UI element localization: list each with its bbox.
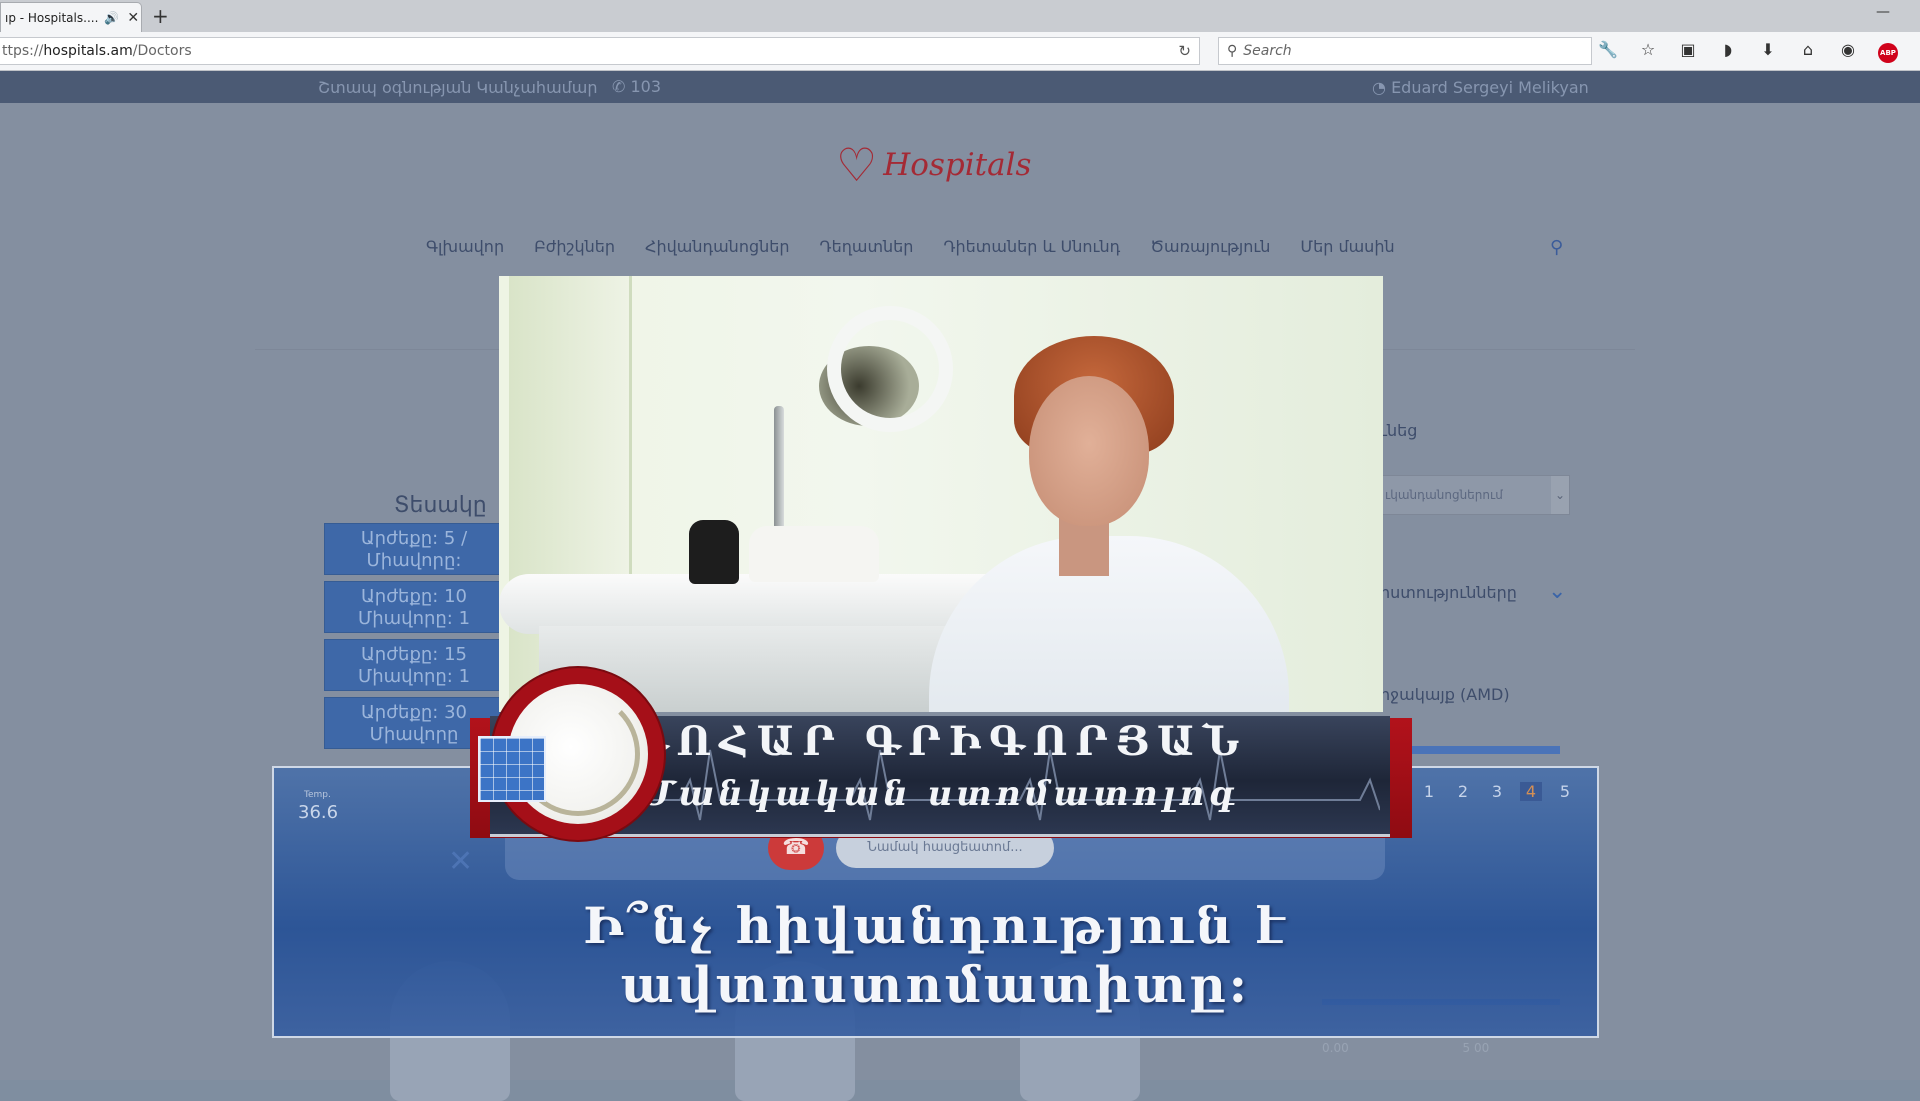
- nav-hospitals[interactable]: Հիվանդանոցներ: [645, 237, 790, 256]
- hospital-select[interactable]: ւկանդանոցներում ⌄: [1380, 475, 1570, 515]
- dental-lamp-frame: [827, 306, 953, 432]
- browser-toolbar: 🔧 ☆ ▣ ◗ ⬇ ⌂ ◉ ABP: [1598, 40, 1898, 63]
- page-3[interactable]: 3: [1486, 782, 1508, 801]
- emergency-label: Շտապ օգնության Կանչահամար: [318, 78, 598, 97]
- filter-button-line2: Միավորը:: [366, 550, 462, 571]
- nav-about[interactable]: Մեր մասին: [1300, 237, 1394, 256]
- right-panel-heading: ւնեց: [1380, 421, 1418, 440]
- user-icon: ◔: [1372, 78, 1386, 97]
- temp-label: Temp.: [304, 790, 331, 800]
- minimize-window-button[interactable]: —: [1876, 4, 1890, 20]
- nav-services[interactable]: Ծառայություն: [1150, 237, 1270, 256]
- filter-button-line1: Արժեքը: 5 /: [360, 528, 468, 549]
- page-5[interactable]: 5: [1554, 782, 1576, 801]
- search-placeholder: Search: [1243, 43, 1292, 59]
- browser-nav-bar: ttps://hospitals.am/Doctors ↻ ⚲ Search 🔧 …: [0, 32, 1920, 71]
- filter-button-2[interactable]: Արժեքը: 10 Միավորը: 1: [324, 581, 504, 633]
- price-min: 0.00: [1322, 1041, 1349, 1055]
- emergency-number: 103: [630, 77, 662, 96]
- page-1[interactable]: 1: [1418, 782, 1440, 801]
- extension-icon[interactable]: ◉: [1838, 40, 1858, 63]
- speaker-icon[interactable]: 🔊: [104, 11, 119, 25]
- page-2[interactable]: 2: [1452, 782, 1474, 801]
- site-top-strip: Շտապ օգնության Կանչահամար ✆ 103 ◔ Eduard…: [0, 71, 1920, 103]
- emergency-phone[interactable]: ✆ 103: [612, 77, 661, 96]
- close-icon: ✕: [448, 844, 474, 879]
- phone-icon: ✆: [612, 77, 626, 96]
- new-tab-button[interactable]: +: [152, 4, 169, 28]
- close-tab-icon[interactable]: ✕: [127, 10, 139, 26]
- filter-button-line1: Արժեքը: 10: [361, 586, 467, 607]
- dental-model: [689, 520, 739, 584]
- url-domain: hospitals.am: [43, 43, 133, 59]
- search-icon: ⚲: [1227, 43, 1238, 59]
- browser-search-input[interactable]: ⚲ Search: [1218, 37, 1592, 65]
- doctor-face: [1029, 376, 1149, 526]
- browser-tab-strip: ıp - Hospitals.... 🔊 ✕ + —: [0, 0, 1920, 33]
- nav-home[interactable]: Գլխավոր: [426, 237, 504, 256]
- site-search-icon[interactable]: ⚲: [1550, 237, 1563, 258]
- teeth-model: [749, 526, 879, 582]
- library-icon[interactable]: ▣: [1678, 40, 1698, 63]
- wrench-icon[interactable]: 🔧: [1598, 40, 1618, 63]
- pocket-icon[interactable]: ◗: [1718, 40, 1738, 63]
- filter-button-1[interactable]: Արժեքը: 5 / Միավորը:: [324, 523, 504, 575]
- home-icon[interactable]: ⌂: [1798, 40, 1818, 63]
- nav-pharmacies[interactable]: Դեղատներ: [820, 237, 914, 256]
- browser-tab[interactable]: ıp - Hospitals.... 🔊 ✕: [0, 2, 142, 32]
- tab-title: ıp - Hospitals....: [5, 10, 99, 25]
- video-frame: [499, 276, 1383, 712]
- url-prefix: ttps://: [2, 43, 44, 59]
- heart-logo-icon: ♡: [836, 138, 878, 192]
- bookmark-star-icon[interactable]: ☆: [1638, 40, 1658, 63]
- price-range-values: 0.00 5 00: [1322, 1041, 1489, 1055]
- price-range-label: իջակայք (AMD): [1380, 685, 1510, 704]
- page-4[interactable]: 4: [1520, 782, 1542, 801]
- filter-button-line1: Արժեքը: 15: [361, 644, 467, 665]
- adblock-icon[interactable]: ABP: [1878, 40, 1898, 63]
- user-account-link[interactable]: ◔ Eduard Sergeyi Melikyan: [1372, 78, 1589, 97]
- chart-grid-icon: [478, 736, 546, 802]
- main-navigation: Գլխավոր Բժիշկներ Հիվանդանոցներ Դեղատներ …: [426, 237, 1395, 256]
- logo-text: Hospitals: [883, 147, 1032, 183]
- temperature-value: 36.6: [298, 802, 339, 823]
- price-max: 5 00: [1462, 1041, 1490, 1055]
- hospital-select-value: ւկանդանոցներում: [1385, 488, 1503, 502]
- pagination: 1 2 3 4 5: [1418, 782, 1576, 801]
- download-icon[interactable]: ⬇: [1758, 40, 1778, 63]
- site-logo[interactable]: ♡ Hospitals: [836, 135, 1056, 195]
- chevron-down-icon[interactable]: ⌄: [1548, 579, 1566, 604]
- chevron-down-icon: ⌄: [1551, 476, 1569, 514]
- user-name: Eduard Sergeyi Melikyan: [1391, 78, 1589, 97]
- question-caption: Ի՞նչ հիվանդություն է ավտոստոմատիտը:: [583, 896, 1288, 1014]
- nav-doctors[interactable]: Բժիշկներ: [534, 237, 615, 256]
- filter-button-3[interactable]: Արժեքը: 15 Միավորը: 1: [324, 639, 504, 691]
- address-bar[interactable]: ttps://hospitals.am/Doctors ↻: [0, 37, 1200, 65]
- filter-button-line2: Միավորը: 1: [357, 666, 471, 687]
- filter-button-line2: Միավորը: 1: [357, 608, 471, 629]
- filters-title: Տեսակը: [394, 493, 487, 518]
- specialties-label[interactable]: իստությունները: [1380, 583, 1517, 602]
- nav-diets[interactable]: Դիետաներ և Սնունդ: [943, 237, 1120, 256]
- url-path: /Doctors: [132, 43, 192, 59]
- reload-icon[interactable]: ↻: [1178, 38, 1191, 64]
